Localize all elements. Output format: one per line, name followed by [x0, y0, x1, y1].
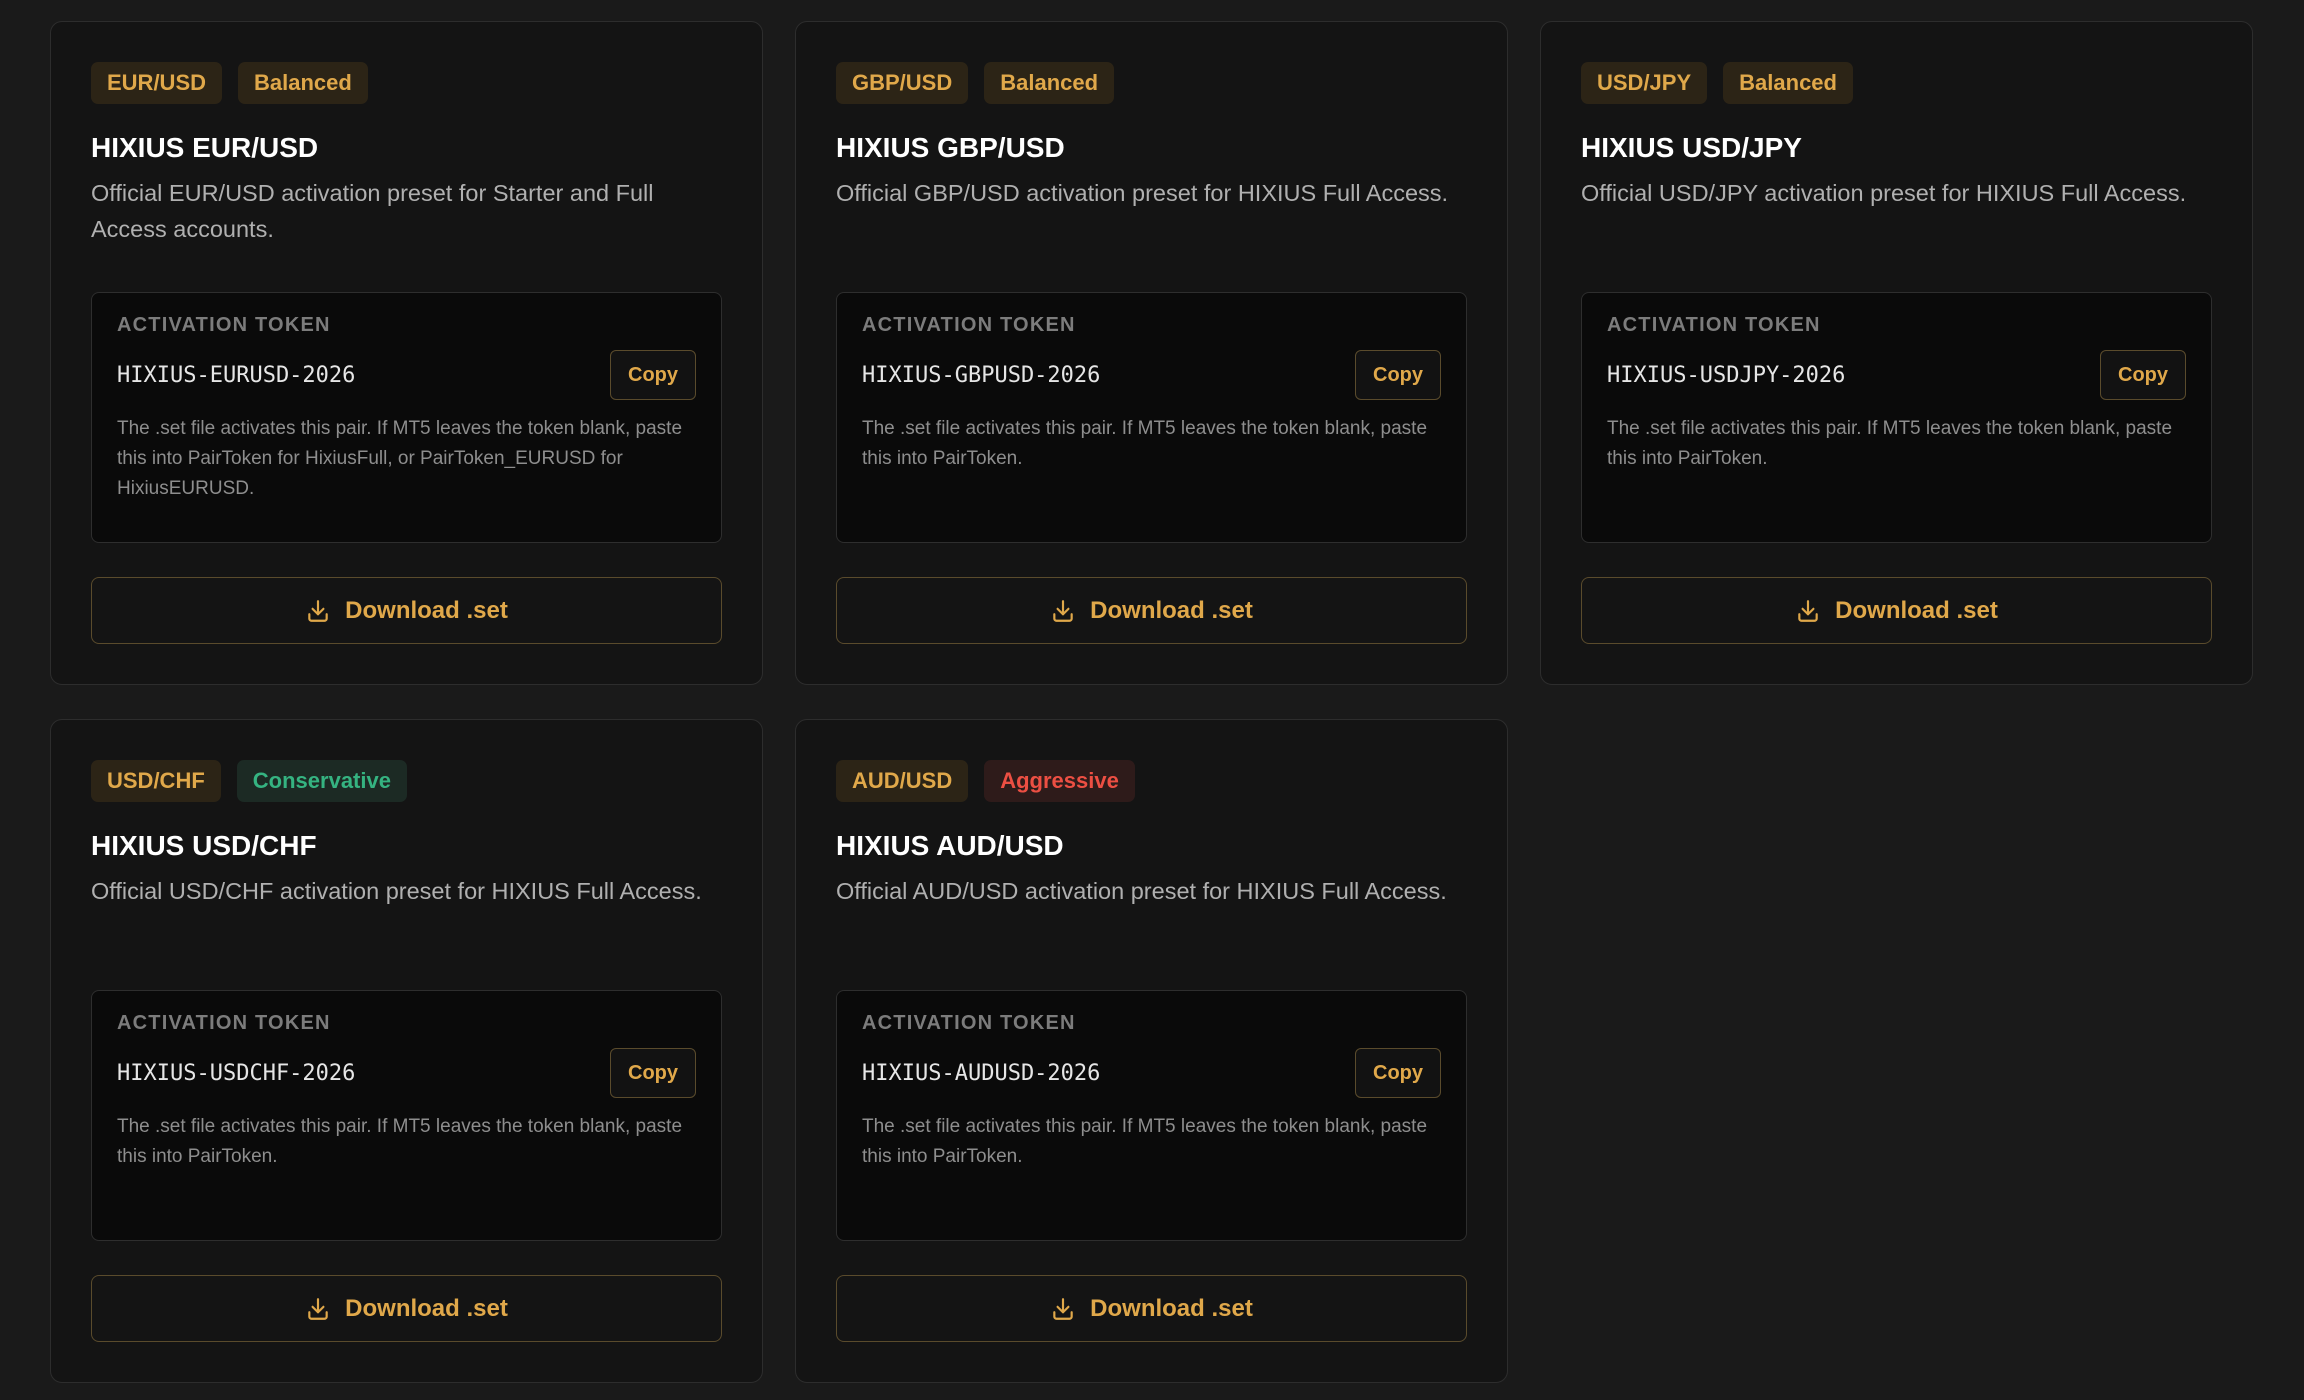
- risk-badge: Balanced: [1723, 62, 1853, 104]
- preset-card-usdjpy: USD/JPY Balanced HIXIUS USD/JPY Official…: [1540, 21, 2253, 685]
- card-description: Official AUD/USD activation preset for H…: [836, 878, 1447, 904]
- token-label: ACTIVATION TOKEN: [862, 1012, 1076, 1034]
- token-value[interactable]: HIXIUS-EURUSD-2026: [117, 363, 355, 388]
- card-title: HIXIUS USD/JPY: [1581, 132, 1802, 163]
- token-label: ACTIVATION TOKEN: [117, 1012, 331, 1034]
- token-value[interactable]: HIXIUS-AUDUSD-2026: [862, 1061, 1100, 1086]
- activation-token-panel: ACTIVATION TOKEN HIXIUS-USDCHF-2026 Copy…: [91, 990, 722, 1241]
- token-note: The .set file activates this pair. If MT…: [117, 418, 683, 499]
- token-row: HIXIUS-GBPUSD-2026 Copy: [862, 350, 1441, 400]
- activation-token-panel: ACTIVATION TOKEN HIXIUS-USDJPY-2026 Copy…: [1581, 292, 2212, 543]
- card-tags: USD/CHF Conservative: [91, 760, 722, 802]
- activation-token-panel: ACTIVATION TOKEN HIXIUS-EURUSD-2026 Copy…: [91, 292, 722, 543]
- preset-card-grid: EUR/USD Balanced HIXIUS EUR/USD Official…: [50, 21, 2254, 1383]
- pair-badge: EUR/USD: [91, 62, 223, 104]
- pair-badge: USD/JPY: [1581, 62, 1708, 104]
- token-label: ACTIVATION TOKEN: [117, 314, 331, 336]
- card-tags: EUR/USD Balanced: [91, 62, 722, 104]
- card-tags: AUD/USD Aggressive: [836, 760, 1467, 802]
- download-set-button[interactable]: Download .set: [836, 577, 1467, 644]
- token-row: HIXIUS-AUDUSD-2026 Copy: [862, 1048, 1441, 1098]
- card-title: HIXIUS USD/CHF: [91, 830, 317, 861]
- download-label: Download .set: [345, 1294, 508, 1322]
- card-title: HIXIUS GBP/USD: [836, 132, 1065, 163]
- risk-badge: Aggressive: [984, 760, 1135, 802]
- token-row: HIXIUS-USDJPY-2026 Copy: [1607, 350, 2186, 400]
- preset-card-eurusd: EUR/USD Balanced HIXIUS EUR/USD Official…: [50, 21, 763, 685]
- card-description: Official GBP/USD activation preset for H…: [836, 180, 1449, 206]
- copy-token-button[interactable]: Copy: [1355, 1048, 1441, 1098]
- risk-badge: Balanced: [238, 62, 368, 104]
- activation-token-panel: ACTIVATION TOKEN HIXIUS-AUDUSD-2026 Copy…: [836, 990, 1467, 1241]
- token-row: HIXIUS-USDCHF-2026 Copy: [117, 1048, 696, 1098]
- preset-card-gbpusd: GBP/USD Balanced HIXIUS GBP/USD Official…: [795, 21, 1508, 685]
- card-description: Official EUR/USD activation preset for S…: [91, 180, 654, 242]
- card-tags: GBP/USD Balanced: [836, 62, 1467, 104]
- risk-badge: Balanced: [984, 62, 1115, 104]
- token-value[interactable]: HIXIUS-GBPUSD-2026: [862, 363, 1100, 388]
- preset-card-usdchf: USD/CHF Conservative HIXIUS USD/CHF Offi…: [50, 719, 763, 1383]
- risk-badge: Conservative: [236, 760, 407, 802]
- download-set-button[interactable]: Download .set: [836, 1275, 1467, 1342]
- download-icon: [305, 598, 331, 624]
- download-set-button[interactable]: Download .set: [91, 1275, 722, 1342]
- card-title: HIXIUS EUR/USD: [91, 132, 319, 163]
- token-note: The .set file activates this pair. If MT…: [1607, 418, 2173, 469]
- token-note: The .set file activates this pair. If MT…: [117, 1116, 683, 1167]
- download-icon: [1795, 598, 1821, 624]
- copy-token-button[interactable]: Copy: [2100, 350, 2186, 400]
- download-icon: [1050, 598, 1076, 624]
- card-tags: USD/JPY Balanced: [1581, 62, 2212, 104]
- download-icon: [1050, 1296, 1076, 1322]
- card-description: Official USD/CHF activation preset for H…: [91, 878, 702, 904]
- card-title: HIXIUS AUD/USD: [836, 830, 1064, 861]
- download-label: Download .set: [1835, 596, 1998, 624]
- download-set-button[interactable]: Download .set: [1581, 577, 2212, 644]
- copy-token-button[interactable]: Copy: [610, 1048, 696, 1098]
- token-row: HIXIUS-EURUSD-2026 Copy: [117, 350, 696, 400]
- download-icon: [305, 1296, 331, 1322]
- token-note: The .set file activates this pair. If MT…: [862, 1116, 1428, 1167]
- preset-card-audusd: AUD/USD Aggressive HIXIUS AUD/USD Offici…: [795, 719, 1508, 1383]
- token-value[interactable]: HIXIUS-USDJPY-2026: [1607, 363, 1845, 388]
- token-value[interactable]: HIXIUS-USDCHF-2026: [117, 1061, 355, 1086]
- download-label: Download .set: [1090, 596, 1253, 624]
- token-label: ACTIVATION TOKEN: [862, 314, 1076, 336]
- download-label: Download .set: [1090, 1294, 1253, 1322]
- token-note: The .set file activates this pair. If MT…: [862, 418, 1428, 469]
- download-set-button[interactable]: Download .set: [91, 577, 722, 644]
- token-label: ACTIVATION TOKEN: [1607, 314, 1821, 336]
- activation-token-panel: ACTIVATION TOKEN HIXIUS-GBPUSD-2026 Copy…: [836, 292, 1467, 543]
- pair-badge: AUD/USD: [836, 760, 969, 802]
- copy-token-button[interactable]: Copy: [1355, 350, 1441, 400]
- card-description: Official USD/JPY activation preset for H…: [1581, 180, 2187, 206]
- copy-token-button[interactable]: Copy: [610, 350, 696, 400]
- pair-badge: USD/CHF: [91, 760, 221, 802]
- pair-badge: GBP/USD: [836, 62, 969, 104]
- download-label: Download .set: [345, 596, 508, 624]
